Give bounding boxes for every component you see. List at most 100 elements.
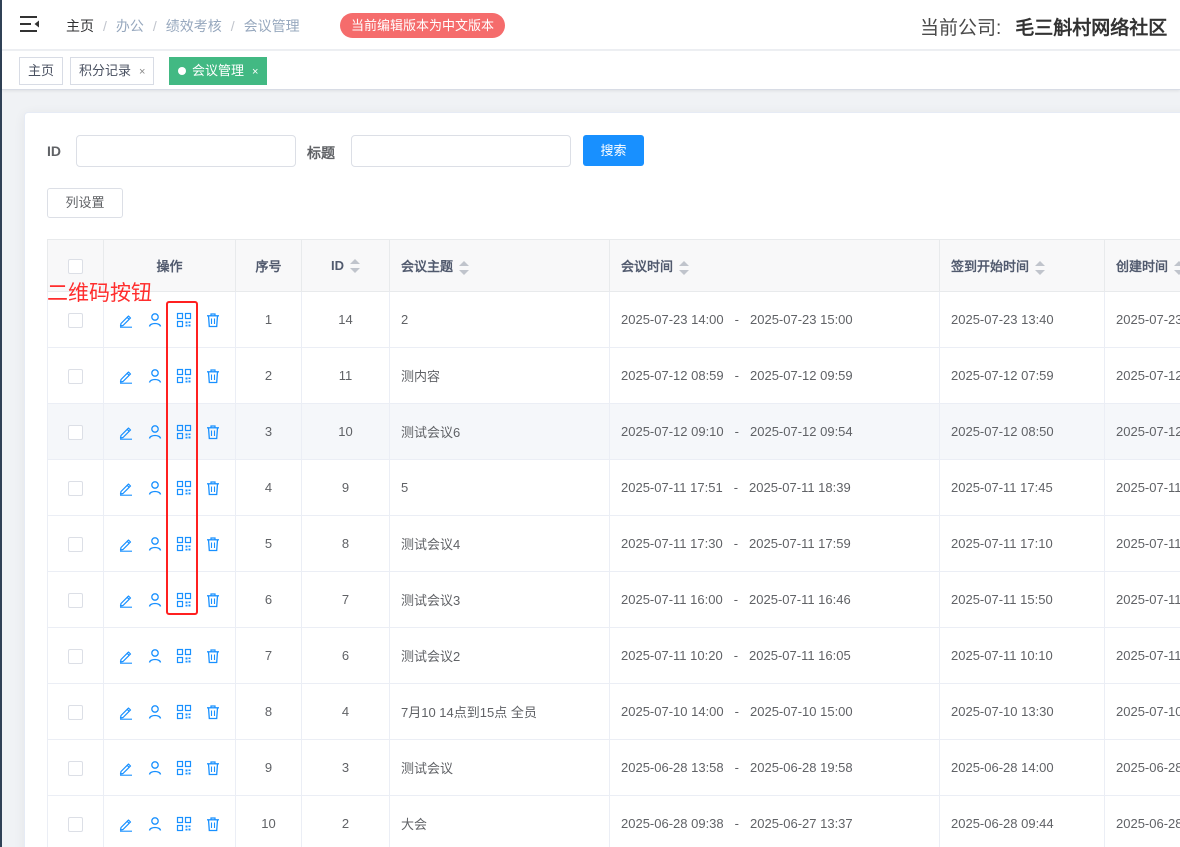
edit-icon[interactable] [118, 312, 134, 328]
user-icon[interactable] [147, 368, 163, 384]
breadcrumb-office[interactable]: 办公 [116, 16, 144, 36]
seq-cell: 8 [235, 683, 302, 740]
user-icon[interactable] [147, 816, 163, 832]
tag-points-record[interactable]: 积分记录 × [70, 57, 155, 85]
edit-icon[interactable] [118, 592, 134, 608]
row-checkbox[interactable] [68, 424, 83, 440]
row-checkbox[interactable] [68, 312, 83, 328]
tag-meeting-management[interactable]: 会议管理 × [169, 57, 268, 85]
qrcode-annotation-label: 二维码按钮 [47, 282, 152, 305]
breadcrumb-home[interactable]: 主页 [66, 16, 94, 36]
table-row[interactable]: 10 2 大会 2025-06-28 09:38-2025-06-27 13:3… [47, 795, 1180, 847]
close-icon[interactable]: × [252, 66, 258, 78]
delete-icon[interactable] [205, 592, 221, 608]
header-id[interactable]: ID [301, 239, 390, 292]
row-checkbox[interactable] [68, 592, 83, 608]
delete-icon[interactable] [205, 368, 221, 384]
edit-icon[interactable] [118, 704, 134, 720]
meeting-time-cell: 2025-07-12 08:59-2025-07-12 09:59 [609, 347, 940, 404]
table-row[interactable]: 8 4 7月10 14点到15点 全员 2025-07-10 14:00-202… [47, 683, 1180, 740]
row-select-cell [47, 347, 104, 404]
meeting-time-cell: 2025-07-10 14:00-2025-07-10 15:00 [609, 683, 940, 740]
close-icon[interactable]: × [139, 66, 145, 78]
table-row[interactable]: 3 10 测试会议6 2025-07-12 09:10-2025-07-12 0… [47, 403, 1180, 460]
sort-icon[interactable] [350, 259, 360, 274]
edit-icon[interactable] [118, 536, 134, 552]
user-icon[interactable] [147, 760, 163, 776]
meeting-end: 2025-07-11 17:59 [749, 536, 851, 551]
table-row[interactable]: 7 6 测试会议2 2025-07-11 10:20-2025-07-11 16… [47, 627, 1180, 684]
sort-icon[interactable] [679, 260, 690, 275]
header-created-time[interactable]: 创建时间 [1104, 239, 1180, 292]
checkin-time-cell: 2025-07-11 15:50 [939, 571, 1105, 628]
header-meeting-time[interactable]: 会议时间 [609, 239, 940, 292]
meeting-start: 2025-07-12 08:59 [621, 368, 724, 383]
qrcode-icon[interactable] [176, 648, 192, 664]
edit-icon[interactable] [118, 480, 134, 496]
meeting-end: 2025-07-11 16:05 [749, 648, 851, 663]
row-checkbox[interactable] [68, 536, 83, 552]
edit-icon[interactable] [118, 648, 134, 664]
edit-icon[interactable] [118, 368, 134, 384]
row-checkbox[interactable] [68, 760, 83, 776]
time-separator: - [734, 816, 739, 831]
edit-icon[interactable] [118, 424, 134, 440]
qrcode-icon[interactable] [176, 760, 192, 776]
topic-cell: 2 [389, 291, 610, 348]
user-icon[interactable] [147, 592, 163, 608]
user-icon[interactable] [147, 648, 163, 664]
delete-icon[interactable] [205, 816, 221, 832]
meeting-end: 2025-07-11 16:46 [749, 592, 851, 607]
table-row[interactable]: 9 3 测试会议 2025-06-28 13:58-2025-06-28 19:… [47, 739, 1180, 796]
qrcode-icon[interactable] [176, 704, 192, 720]
row-checkbox[interactable] [68, 368, 83, 384]
header-checkin-time[interactable]: 签到开始时间 [939, 239, 1105, 292]
delete-icon[interactable] [205, 648, 221, 664]
sort-icon[interactable] [459, 260, 470, 275]
user-icon[interactable] [147, 424, 163, 440]
created-time-cell: 2025-07-23 [1104, 291, 1180, 348]
row-checkbox[interactable] [68, 480, 83, 496]
delete-icon[interactable] [205, 536, 221, 552]
row-checkbox[interactable] [68, 704, 83, 720]
company-name[interactable]: 毛三斛村网络社区 [1015, 18, 1167, 39]
edit-icon[interactable] [118, 760, 134, 776]
table-row[interactable]: 5 8 测试会议4 2025-07-11 17:30-2025-07-11 17… [47, 515, 1180, 572]
qrcode-icon[interactable] [176, 816, 192, 832]
column-settings-button[interactable]: 列设置 [47, 188, 123, 218]
edit-icon[interactable] [118, 816, 134, 832]
sort-icon[interactable] [1174, 260, 1180, 275]
delete-icon[interactable] [205, 424, 221, 440]
checkin-time-cell: 2025-06-28 09:44 [939, 795, 1105, 847]
title-input[interactable] [351, 135, 571, 167]
checkin-time-cell: 2025-07-11 17:45 [939, 459, 1105, 516]
id-cell: 14 [301, 291, 390, 348]
table-row[interactable]: 2 11 测内容 2025-07-12 08:59-2025-07-12 09:… [47, 347, 1180, 404]
time-separator: - [733, 648, 739, 663]
search-button[interactable]: 搜索 [583, 135, 644, 166]
breadcrumb-performance[interactable]: 绩效考核 [166, 16, 222, 36]
meeting-start: 2025-07-11 10:20 [621, 648, 723, 663]
delete-icon[interactable] [205, 704, 221, 720]
header-topic[interactable]: 会议主题 [389, 239, 610, 292]
id-input[interactable] [76, 135, 296, 167]
user-icon[interactable] [147, 704, 163, 720]
table-row[interactable]: 4 9 5 2025-07-11 17:51-2025-07-11 18:39 … [47, 459, 1180, 516]
user-icon[interactable] [147, 480, 163, 496]
topic-cell: 7月10 14点到15点 全员 [389, 683, 610, 740]
hamburger-icon[interactable] [20, 15, 40, 33]
sort-icon[interactable] [1035, 260, 1046, 275]
table-row[interactable]: 1 14 2 2025-07-23 14:00-2025-07-23 15:00… [47, 291, 1180, 348]
header-meeting-time-label: 会议时间 [621, 259, 674, 274]
row-checkbox[interactable] [68, 648, 83, 664]
select-all-checkbox[interactable] [68, 258, 83, 274]
meeting-time-cell: 2025-07-23 14:00-2025-07-23 15:00 [609, 291, 940, 348]
table-row[interactable]: 6 7 测试会议3 2025-07-11 16:00-2025-07-11 16… [47, 571, 1180, 628]
delete-icon[interactable] [205, 312, 221, 328]
delete-icon[interactable] [205, 480, 221, 496]
user-icon[interactable] [147, 536, 163, 552]
tag-home[interactable]: 主页 [19, 57, 64, 85]
delete-icon[interactable] [205, 760, 221, 776]
user-icon[interactable] [147, 312, 163, 328]
row-checkbox[interactable] [68, 816, 83, 832]
